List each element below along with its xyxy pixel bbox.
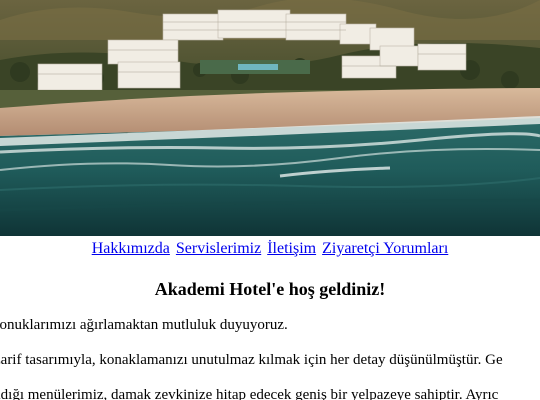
nav-link-services[interactable]: Servislerimiz [176, 240, 261, 257]
hero-image [0, 0, 540, 236]
nav-link-guest-reviews[interactable]: Ziyaretçi Yorumları [322, 240, 448, 257]
nav-link-contact[interactable]: İletişim [267, 240, 316, 257]
nav-link-about[interactable]: Hakkımızda [92, 240, 170, 257]
intro-paragraph-2: zarif tasarımıyla, konaklamanızı unutulm… [0, 352, 503, 368]
intro-paragraph-3: adığı menülerimiz, damak zevkinize hitap… [0, 387, 499, 400]
intro-paragraph-1: konuklarımızı ağırlamaktan mutluluk duyu… [0, 317, 288, 333]
main-nav: Hakkımızda Servislerimiz İletişim Ziyare… [0, 240, 540, 258]
page-title: Akademi Hotel'e hoş geldiniz! [154, 279, 386, 299]
